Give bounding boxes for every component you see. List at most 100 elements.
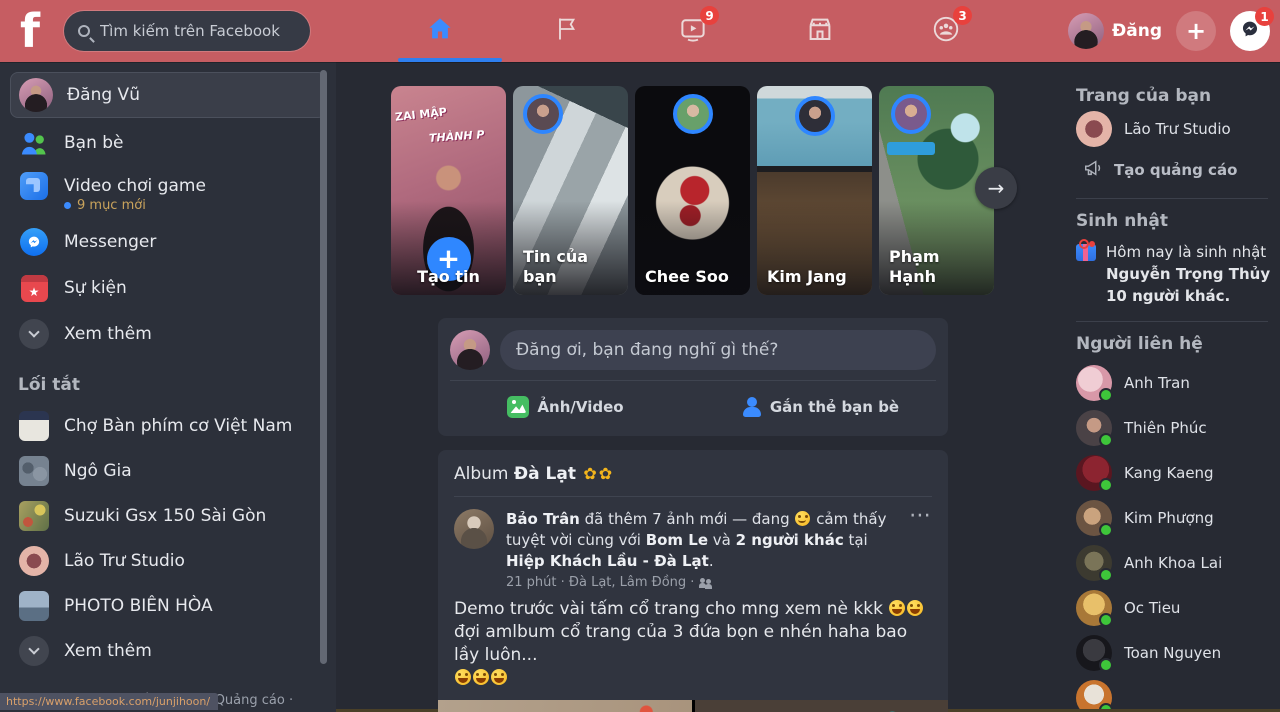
avatar [1068,13,1104,49]
status-input[interactable] [500,330,936,370]
tag-friends-label: Gắn thẻ bạn bè [770,398,899,416]
stories-next-arrow-button[interactable]: → [975,167,1017,209]
nav-tabs: 9 3 [400,0,986,58]
tab-watch[interactable]: 9 [653,0,733,58]
contact-name: Kang Kaeng [1124,464,1214,482]
contact-item[interactable]: Anh Tran [1076,360,1280,405]
search-input[interactable] [100,22,290,40]
chevron-down-icon [18,636,50,666]
shortcut-label: PHOTO BIÊN HÒA [64,596,213,616]
sidebar-item-friends[interactable]: Bạn bè [0,120,336,166]
story-card-your-story[interactable]: Tin của bạn [513,86,628,295]
avatar [1076,365,1112,401]
sidebar-item-label: Video chơi game [64,176,206,196]
contact-name: Anh Tran [1124,374,1190,392]
divider [1076,198,1268,199]
post-photo[interactable] [695,700,949,712]
story-avatar [891,94,931,134]
post-album-title[interactable]: Album Đà Lạt ✿✿ [438,450,948,496]
contact-item[interactable]: Toan Nguyen [1076,630,1280,675]
photo-video-button[interactable]: Ảnh/Video [438,381,693,433]
shortcut-thumbnail [18,546,50,576]
sidebar-item-messenger[interactable]: Messenger [0,219,336,265]
post-header: Bảo Trân đã thêm 7 ảnh mới — đang cảm th… [438,497,948,590]
shortcut-label: Lão Trư Studio [64,551,185,571]
story-card[interactable]: Kim Jang [757,86,872,295]
post-header-text: Bảo Trân đã thêm 7 ảnh mới — đang cảm th… [506,509,932,572]
avatar [1076,680,1112,712]
shortcut-thumbnail [18,456,50,486]
post-options-icon[interactable] [909,511,932,521]
unread-dot [64,202,71,209]
messenger-blue-icon [18,228,50,256]
tab-pages[interactable] [527,0,607,58]
avatar[interactable] [450,330,490,370]
album-name: Đà Lạt [514,464,576,484]
story-avatar [673,94,713,134]
shortcut-item[interactable]: Lão Trư Studio [0,538,336,583]
shortcut-item[interactable]: Suzuki Gsx 150 Sài Gòn [0,493,336,538]
profile-chip[interactable]: Đăng [1068,13,1162,49]
sidebar-scrollbar[interactable] [320,70,327,664]
birthday-text: Hôm nay là sinh nhật Nguyễn Trọng Thủy 1… [1106,241,1270,307]
avatar [1076,590,1112,626]
tagged-friend-link[interactable]: Bom Le [646,531,708,549]
shortcut-item[interactable]: Chợ Bàn phím cơ Việt Nam [0,403,336,448]
contact-item[interactable]: Thiên Phúc [1076,405,1280,450]
your-pages-heading: Trang của bạn [1076,86,1280,106]
profile-name: Đăng [1112,21,1162,41]
flower-emoji-icon: ✿ [599,464,612,483]
location-link[interactable]: Hiệp Khách Lầu - Đà Lạt [506,552,709,570]
sidebar-item-events[interactable]: Sự kiện [0,265,336,311]
contact-name: Oc Tieu [1124,599,1180,617]
contact-item[interactable]: Oc Tieu [1076,585,1280,630]
contact-name: Toan Nguyen [1124,644,1221,662]
shortcut-thumbnail [18,411,50,441]
shortcut-item[interactable]: Ngô Gia [0,448,336,493]
shortcuts-see-more[interactable]: Xem thêm [0,628,336,673]
sidebar-item-see-more[interactable]: Xem thêm [0,311,336,357]
post-photo[interactable] [438,700,692,712]
shortcut-thumbnail [18,501,50,531]
birthday-others-link[interactable]: 10 người khác. [1106,287,1230,305]
messenger-badge: 1 [1255,7,1274,26]
contact-item[interactable]: Kang Kaeng [1076,450,1280,495]
tab-groups[interactable]: 3 [906,0,986,58]
tab-marketplace[interactable] [780,0,860,58]
contact-item[interactable]: Kim Phượng [1076,495,1280,540]
composer-top-row [438,318,948,380]
facebook-logo[interactable]: f [20,2,40,60]
story-sticker-chip [887,142,935,155]
album-prefix: Album [454,464,508,484]
contact-item[interactable]: Anh Khoa Lai [1076,540,1280,585]
contacts-heading: Người liên hệ [1076,334,1280,354]
sidebar-item-profile[interactable]: Đăng Vũ [10,72,326,118]
tag-friends-button[interactable]: Gắn thẻ bạn bè [693,381,948,433]
search-icon [78,25,90,37]
post-meta[interactable]: 21 phút · Đà Lạt, Lâm Đồng · [506,575,932,590]
post-author-avatar[interactable] [454,509,494,549]
create-button[interactable]: + [1176,11,1216,51]
tab-home[interactable] [400,0,480,58]
avatar [1076,545,1112,581]
tagged-others-link[interactable]: 2 người khác [736,531,844,549]
birthday-person-link[interactable]: Nguyễn Trọng Thủy [1106,265,1270,283]
page-item[interactable]: Lão Trư Studio [1076,106,1280,152]
story-avatar [795,96,835,136]
shortcut-item[interactable]: PHOTO BIÊN HÒA [0,583,336,628]
gift-icon [1076,244,1096,261]
messenger-button[interactable]: 1 [1230,11,1270,51]
right-sidebar: Trang của bạn Lão Trư Studio Tạo quảng c… [1064,62,1280,712]
shortcut-label: Suzuki Gsx 150 Sài Gòn [64,506,266,526]
shortcuts-heading: Lối tắt [0,357,336,403]
search-box[interactable] [64,11,310,51]
story-label: Kim Jang [767,267,864,287]
create-story-card[interactable]: ZAI MẬP THÀNH P + Tạo tin [391,86,506,295]
post-author-link[interactable]: Bảo Trân [506,510,580,528]
birthday-item[interactable]: Hôm nay là sinh nhật Nguyễn Trọng Thủy 1… [1076,241,1280,307]
shortcut-label: Chợ Bàn phím cơ Việt Nam [64,416,292,436]
create-ad-button[interactable]: Tạo quảng cáo [1076,152,1280,188]
contact-item[interactable] [1076,675,1280,712]
story-card[interactable]: Chee Soo [635,86,750,295]
story-label: Tạo tin [401,267,496,287]
